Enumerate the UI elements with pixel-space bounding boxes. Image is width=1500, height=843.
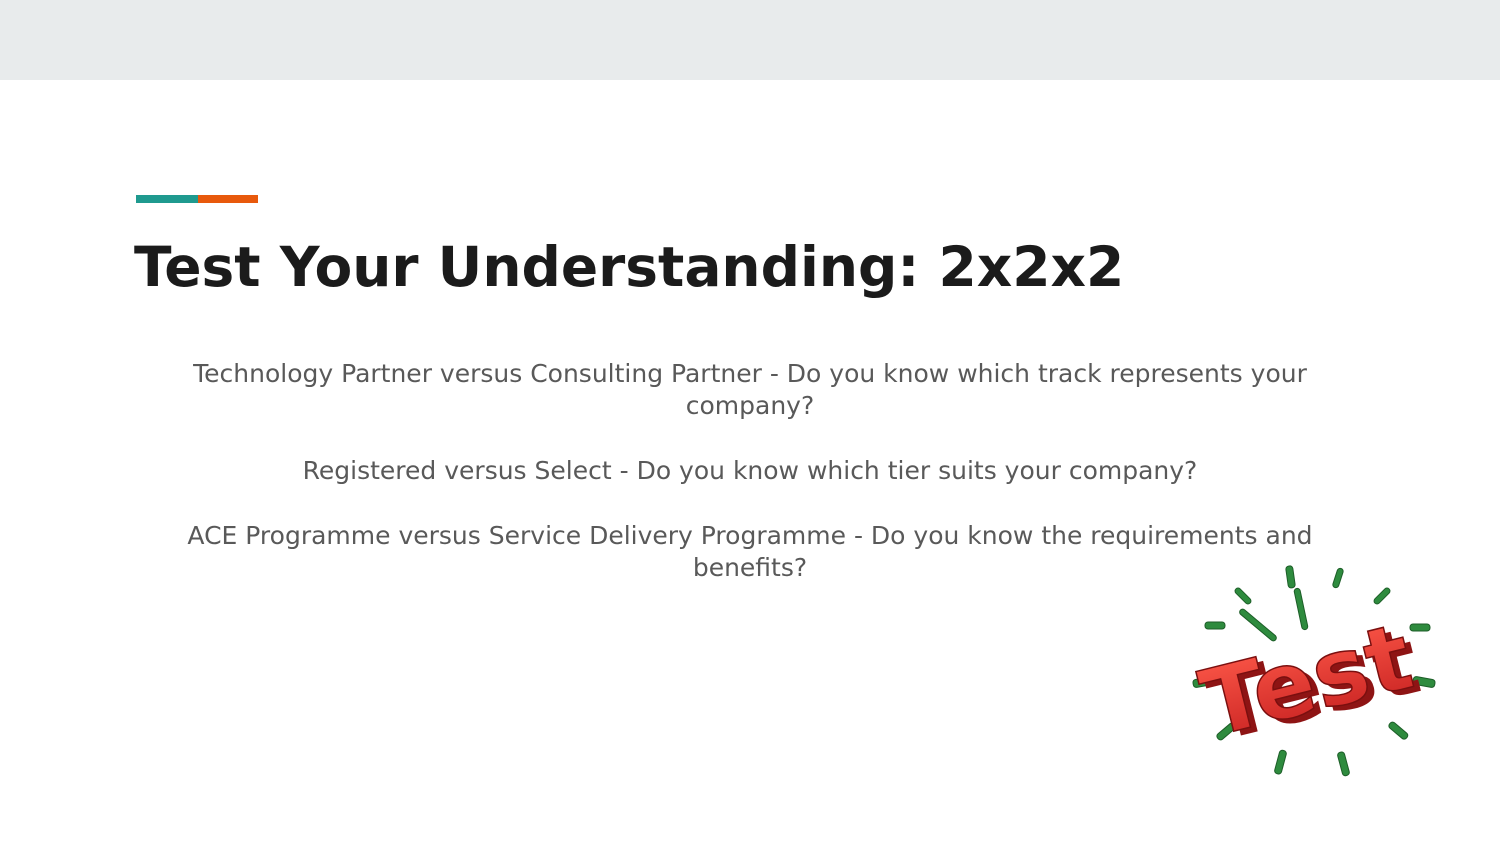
paragraph-technology-vs-consulting: Technology Partner versus Consulting Par… [193,359,1307,420]
clock-tick [1234,587,1252,605]
clock-tick [1274,749,1287,775]
accent-bar-teal [136,195,198,203]
clock-tick [1373,587,1391,605]
clock-tick [1204,621,1226,630]
paragraph-ace-vs-service-delivery: ACE Programme versus Service Delivery Pr… [187,521,1313,582]
clock-tick [1388,721,1409,740]
slide-title: Test Your Understanding: 2x2x2 [134,235,1125,299]
accent-bar-orange [198,195,258,203]
test-clock-icon: Test Test [1190,565,1436,777]
slide: Test Your Understanding: 2x2x2 Technolog… [0,0,1500,843]
clock-hand [1293,587,1309,631]
clock-tick [1285,565,1296,589]
paragraph-registered-vs-select: Registered versus Select - Do you know w… [302,456,1198,485]
test-word: Test [1191,603,1422,758]
clock-tick [1332,567,1344,589]
slide-body: Technology Partner versus Consulting Par… [140,358,1360,584]
top-band [0,0,1500,80]
clock-tick [1409,623,1431,632]
clock-tick [1337,751,1350,777]
